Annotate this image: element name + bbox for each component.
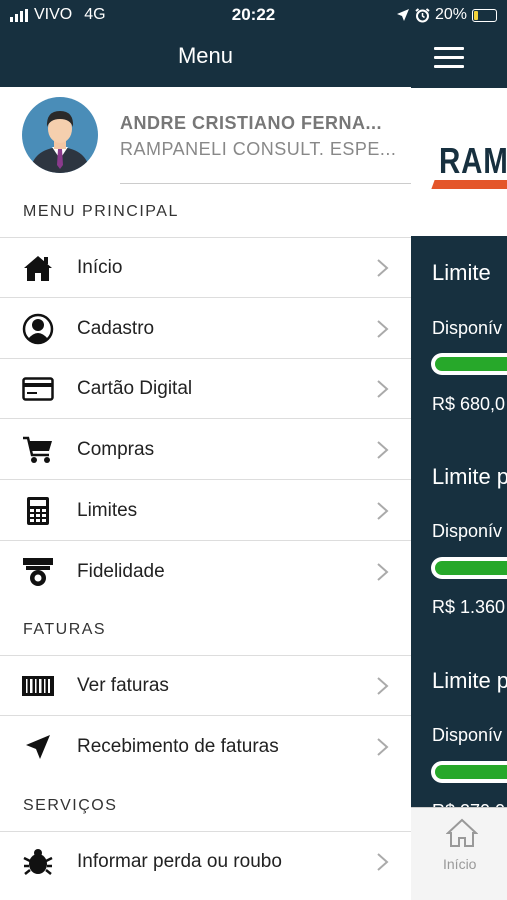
- logo-stripe: [431, 180, 507, 189]
- chevron-right-icon: [377, 320, 389, 338]
- menu-item-inicio[interactable]: Início: [0, 238, 411, 298]
- drawer-title: Menu: [177, 43, 234, 68]
- menu-item-label: Limites: [77, 500, 138, 521]
- menu-item-limites[interactable]: Limites: [0, 481, 411, 541]
- send-icon: [21, 731, 55, 763]
- location-arrow-icon: [396, 9, 409, 21]
- menu-item-cadastro[interactable]: Cadastro: [0, 299, 411, 359]
- logo: RAMPA: [439, 140, 507, 181]
- side-drawer: ANDRE CRISTIANO FERNA... RAMPANELI CONSU…: [0, 87, 411, 900]
- chevron-right-icon: [377, 441, 389, 459]
- menu-item-label: Fidelidade: [77, 561, 165, 582]
- main-panel: RAMPA Limite Disponív R$ 680,0 Limite p …: [411, 30, 507, 900]
- home-outline-icon[interactable]: [446, 818, 478, 848]
- drawer-header: Menu: [0, 30, 411, 87]
- section-header-servicos: SERVIÇOS: [23, 797, 118, 814]
- menu-item-informar-perda-ou-roubo[interactable]: Informar perda ou roubo: [0, 832, 411, 892]
- chevron-right-icon: [377, 502, 389, 520]
- loyalty-icon: [21, 556, 55, 588]
- chevron-right-icon: [377, 677, 389, 695]
- profile-name: ANDRE CRISTIANO FERNA...: [120, 113, 383, 133]
- chevron-right-icon: [377, 563, 389, 581]
- avatar: [22, 97, 98, 173]
- battery-percent: 20%: [434, 6, 467, 23]
- menu-item-label: Compras: [77, 439, 155, 460]
- menu-item-cartao-digital[interactable]: Cartão Digital: [0, 359, 411, 419]
- home-icon: [21, 252, 55, 284]
- tab-bar: Início: [411, 807, 507, 900]
- menu-item-compras[interactable]: Compras: [0, 420, 411, 480]
- limit-progress-bar: [431, 353, 507, 375]
- limit-progress-bar: [431, 761, 507, 783]
- divider: [0, 479, 411, 480]
- battery-icon: [472, 8, 497, 22]
- chevron-right-icon: [377, 380, 389, 398]
- tab-inicio[interactable]: Início: [443, 856, 476, 872]
- divider: [0, 297, 411, 298]
- menu-item-label: Ver faturas: [77, 675, 169, 696]
- logo-banner: RAMPA: [411, 88, 507, 236]
- limit-value: R$ 680,0: [432, 394, 506, 414]
- menu-item-fidelidade[interactable]: Fidelidade: [0, 542, 411, 602]
- alarm-icon: [415, 7, 430, 22]
- chevron-right-icon: [377, 853, 389, 871]
- menu-item-label: Cartão Digital: [77, 378, 193, 399]
- hamburger-menu-icon[interactable]: [434, 47, 464, 68]
- user-icon: [21, 313, 55, 345]
- barcode-icon: [21, 670, 55, 702]
- divider: [0, 540, 411, 541]
- menu-item-label: Início: [77, 257, 123, 278]
- limit-available-label: Disponív: [432, 318, 503, 338]
- limit-title: Limite p: [432, 668, 507, 693]
- section-header-faturas: FATURAS: [23, 621, 107, 638]
- divider: [0, 715, 411, 716]
- credit-card-icon: [21, 373, 55, 405]
- limit-title: Limite p: [432, 464, 507, 489]
- divider: [0, 418, 411, 419]
- chevron-right-icon: [377, 738, 389, 756]
- menu-item-label: Informar perda ou roubo: [77, 851, 282, 872]
- menu-item-recebimento-de-faturas[interactable]: Recebimento de faturas: [0, 717, 411, 777]
- limit-available-label: Disponív: [432, 725, 503, 745]
- profile-company: RAMPANELI CONSULT. ESPE...: [120, 139, 397, 159]
- menu-item-ver-faturas[interactable]: Ver faturas: [0, 656, 411, 716]
- status-bar: VIVO 4G 20:22 20%: [0, 0, 507, 30]
- limit-available-label: Disponív: [432, 521, 503, 541]
- bug-icon: [21, 846, 55, 878]
- menu-item-label: Recebimento de faturas: [77, 736, 279, 757]
- divider: [120, 183, 411, 184]
- profile-card[interactable]: ANDRE CRISTIANO FERNA... RAMPANELI CONSU…: [0, 87, 411, 184]
- calculator-icon: [21, 495, 55, 527]
- chevron-right-icon: [377, 259, 389, 277]
- limit-value: R$ 1.360: [432, 597, 506, 617]
- section-header-menu-principal: MENU PRINCIPAL: [23, 203, 179, 220]
- cart-icon: [21, 434, 55, 466]
- limit-title: Limite: [432, 260, 491, 285]
- menu-item-label: Cadastro: [77, 318, 155, 339]
- limit-progress-bar: [431, 557, 507, 579]
